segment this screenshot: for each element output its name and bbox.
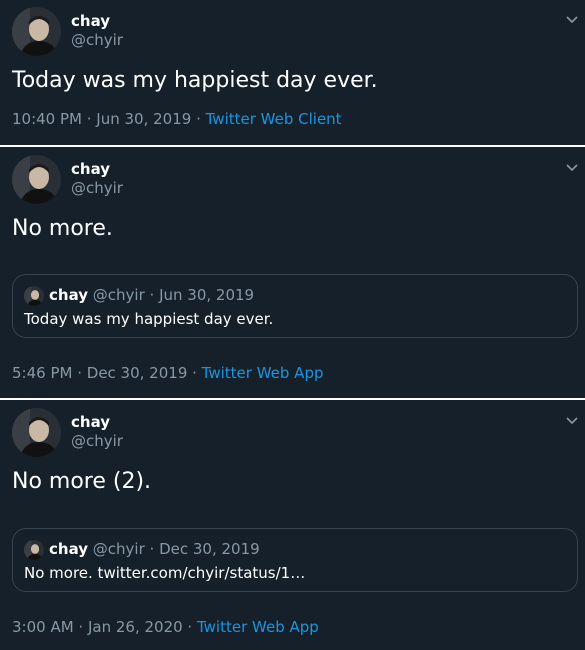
avatar-image [12,408,61,457]
tweet-date[interactable]: Jun 30, 2019 [96,110,191,128]
chevron-down-icon[interactable] [565,413,579,427]
tweet-1[interactable]: chay @chyir Today was my happiest day ev… [0,0,585,145]
quoted-date: Dec 30, 2019 [159,540,260,558]
tweet-time[interactable]: 10:40 PM [12,110,82,128]
tweet-text: No more. [12,216,113,241]
quoted-header: chay @chyir · Dec 30, 2019 [49,540,260,558]
quoted-header: chay @chyir · Jun 30, 2019 [49,286,254,304]
tweet-date[interactable]: Jan 26, 2020 [88,618,183,636]
quoted-text: No more. twitter.com/chyir/status/1… [24,564,306,582]
quoted-handle: @chyir [92,286,145,304]
display-name[interactable]: chay [71,12,110,30]
meta-separator: · [72,364,87,382]
avatar[interactable] [12,7,61,56]
display-name[interactable]: chay [71,413,110,431]
quoted-date: Jun 30, 2019 [159,286,255,304]
quoted-display-name: chay [49,540,89,558]
avatar-image [12,155,61,204]
display-name[interactable]: chay [71,160,110,178]
tweet-meta: 3:00 AM · Jan 26, 2020 · Twitter Web App [12,618,319,636]
tweet-time[interactable]: 5:46 PM [12,364,72,382]
meta-separator: · [81,110,97,128]
meta-separator: · [73,618,88,636]
quoted-text: Today was my happiest day ever. [24,310,274,328]
meta-separator: · [144,540,160,558]
tweet-text: Today was my happiest day ever. [12,68,378,93]
quoted-display-name: chay [49,286,89,304]
avatar[interactable] [12,155,61,204]
user-handle[interactable]: @chyir [71,432,123,450]
avatar-image [24,286,44,306]
meta-separator: · [182,618,197,636]
user-handle[interactable]: @chyir [71,31,123,49]
source-app-link[interactable]: Twitter Web Client [206,110,342,128]
avatar [24,540,44,560]
meta-separator: · [144,286,160,304]
source-app-link[interactable]: Twitter Web App [202,364,324,382]
user-handle[interactable]: @chyir [71,179,123,197]
chevron-down-icon[interactable] [565,160,579,174]
chevron-down-icon[interactable] [565,12,579,26]
avatar-image [24,540,44,560]
source-app-link[interactable]: Twitter Web App [197,618,319,636]
quoted-tweet[interactable]: chay @chyir · Dec 30, 2019 No more. twit… [12,528,578,592]
avatar[interactable] [12,408,61,457]
tweet-3[interactable]: chay @chyir No more (2). chay @chyir · D… [0,400,585,650]
meta-separator: · [191,110,206,128]
quoted-tweet[interactable]: chay @chyir · Jun 30, 2019 Today was my … [12,274,578,338]
tweet-text: No more (2). [12,469,152,494]
tweet-time[interactable]: 3:00 AM [12,618,74,636]
tweet-meta: 10:40 PM · Jun 30, 2019 · Twitter Web Cl… [12,110,342,128]
tweet-date[interactable]: Dec 30, 2019 [87,364,188,382]
quoted-handle: @chyir [92,540,145,558]
meta-separator: · [187,364,202,382]
tweet-meta: 5:46 PM · Dec 30, 2019 · Twitter Web App [12,364,324,382]
avatar [24,286,44,306]
avatar-image [12,7,61,56]
tweet-2[interactable]: chay @chyir No more. chay @chyir · Jun 3… [0,147,585,398]
